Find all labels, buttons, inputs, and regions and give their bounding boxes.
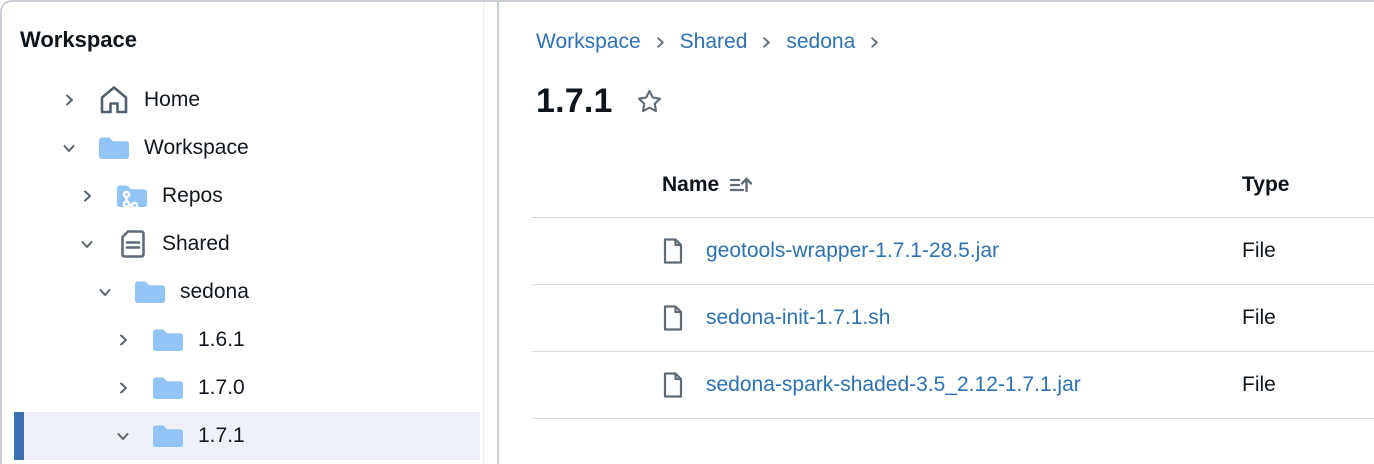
table-row[interactable]: sedona-init-1.7.1.sh File [532,285,1374,352]
sort-ascending-icon [729,175,753,195]
tree-item-shared[interactable]: Shared [14,220,480,268]
tree-item-161[interactable]: 1.6.1 [14,316,480,364]
breadcrumb-sedona[interactable]: sedona [786,29,855,55]
folder-icon [132,274,168,310]
tree-item-workspace[interactable]: Workspace [14,124,480,172]
table-row[interactable]: geotools-wrapper-1.7.1-28.5.jar File [532,218,1374,285]
tree-item-label: 1.7.1 [198,424,245,448]
title-row: 1.7.1 [536,79,1374,123]
column-header-name[interactable]: Name [532,173,1242,197]
chevron-right-icon[interactable] [114,331,132,349]
chevron-down-icon[interactable] [114,427,132,445]
file-type: File [1242,306,1374,330]
file-icon [662,371,684,399]
tree-item-sedona[interactable]: sedona [14,268,480,316]
file-link[interactable]: sedona-init-1.7.1.sh [706,306,890,330]
tree-item-label: Home [144,88,200,112]
folder-icon [150,418,186,454]
breadcrumb-chevron-icon [867,34,882,51]
file-link[interactable]: geotools-wrapper-1.7.1-28.5.jar [706,239,999,263]
chevron-right-icon[interactable] [78,187,96,205]
notebook-icon [114,226,150,262]
chevron-down-icon[interactable] [60,139,78,157]
repos-icon [114,178,150,214]
breadcrumb: Workspace Shared sedona [536,29,1374,55]
folder-detail-panel: Workspace Shared sedona 1.7.1 Name Type [501,2,1374,464]
sidebar-content: Workspace Home Workspace Repos [2,2,484,464]
file-table: Name Type geotools-wrapper-1.7.1-28.5.ja… [532,153,1374,419]
tree-item-label: Repos [162,184,223,208]
table-row[interactable]: sedona-spark-shaded-3.5_2.12-1.7.1.jar F… [532,352,1374,419]
breadcrumb-chevron-icon [653,34,668,51]
chevron-right-icon[interactable] [114,379,132,397]
file-icon [662,304,684,332]
tree-item-repos[interactable]: Repos [14,172,480,220]
folder-icon [150,370,186,406]
folder-icon [150,322,186,358]
breadcrumb-workspace[interactable]: Workspace [536,29,641,55]
tree-item-label: Shared [162,232,230,256]
workspace-tree: Home Workspace Repos Shared [2,76,483,460]
file-icon [662,237,684,265]
folder-icon [96,130,132,166]
tree-item-label: 1.6.1 [198,328,245,352]
favorite-star-icon[interactable] [635,87,664,116]
tree-item-label: 1.7.0 [198,376,245,400]
file-link[interactable]: sedona-spark-shaded-3.5_2.12-1.7.1.jar [706,373,1081,397]
tree-item-label: sedona [180,280,249,304]
tree-item-170[interactable]: 1.7.0 [14,364,480,412]
workspace-browser-window: Workspace Home Workspace Repos [0,0,1374,464]
file-type: File [1242,373,1374,397]
table-header-row: Name Type [532,153,1374,218]
chevron-down-icon[interactable] [96,283,114,301]
chevron-down-icon[interactable] [78,235,96,253]
tree-item-label: Workspace [144,136,249,160]
workspace-sidebar: Workspace Home Workspace Repos [2,2,499,464]
tree-item-home[interactable]: Home [14,76,480,124]
sidebar-title: Workspace [20,28,483,52]
home-icon [96,82,132,118]
chevron-right-icon[interactable] [60,91,78,109]
page-title: 1.7.1 [536,79,613,123]
breadcrumb-chevron-icon [759,34,774,51]
tree-item-171-selected[interactable]: 1.7.1 [14,412,480,460]
breadcrumb-shared[interactable]: Shared [680,29,748,55]
file-type: File [1242,239,1374,263]
column-header-type[interactable]: Type [1242,173,1374,197]
